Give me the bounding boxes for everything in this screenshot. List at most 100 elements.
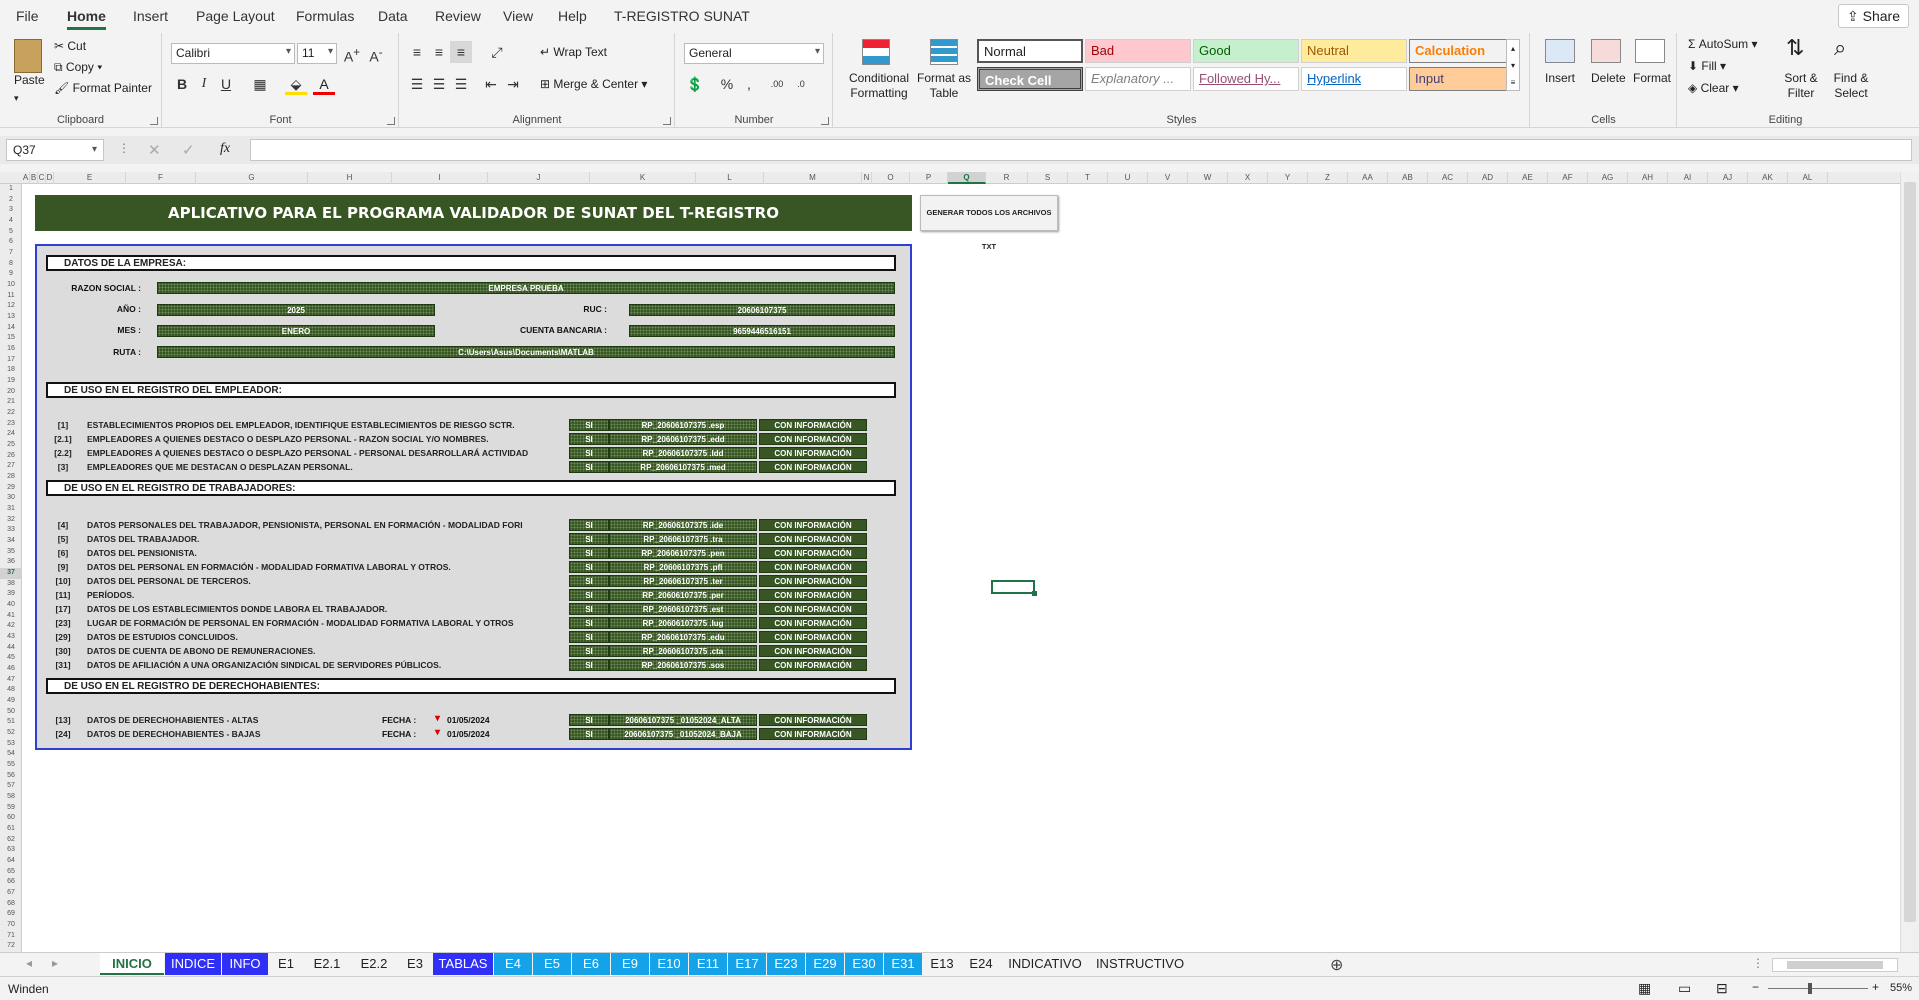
anio-value[interactable]: 2025 [157, 304, 435, 316]
si-dropdown[interactable]: SI [569, 433, 609, 445]
si-dropdown[interactable]: SI [569, 533, 609, 545]
row-header[interactable]: 35 [0, 547, 22, 558]
italic-icon[interactable]: I [193, 73, 215, 95]
row-header[interactable]: 28 [0, 472, 22, 483]
share-button[interactable]: ⇪ Share [1838, 4, 1909, 28]
column-header[interactable]: C [38, 172, 46, 184]
row-header[interactable]: 71 [0, 931, 22, 942]
row-header[interactable]: 43 [0, 632, 22, 643]
zoom-slider[interactable] [1768, 983, 1868, 994]
si-dropdown[interactable]: SI [569, 645, 609, 657]
column-header[interactable]: E [54, 172, 126, 184]
tab-home[interactable]: Home [67, 8, 106, 30]
prev-sheet-icon[interactable]: ◂ [26, 956, 32, 970]
file-name-value[interactable]: RP_20606107375 .esp [609, 419, 757, 431]
sheet-tab-e3[interactable]: E3 [398, 953, 432, 975]
conditional-formatting-icon[interactable] [862, 39, 890, 65]
row-header[interactable]: 36 [0, 557, 22, 568]
format-as-table-button[interactable]: Format as Table [916, 71, 972, 101]
align-left-icon[interactable]: ☰ [406, 73, 428, 95]
find-select-button[interactable]: Find & Select [1826, 71, 1876, 101]
format-as-table-icon[interactable] [930, 39, 958, 65]
style-input[interactable]: Input [1409, 67, 1515, 91]
row-header[interactable]: 67 [0, 888, 22, 899]
sheet-tab-e23[interactable]: E23 [767, 953, 805, 975]
column-header[interactable]: W [1188, 172, 1228, 184]
row-header[interactable]: 7 [0, 248, 22, 259]
row-header[interactable]: 42 [0, 621, 22, 632]
worksheet-grid[interactable]: A B C D E F G H I J K L M N O P Q R S T U V W X Y Z AA AB AC AD AE AF AG… [0, 172, 1919, 952]
align-middle-icon[interactable]: ≡ [428, 41, 450, 63]
row-header[interactable]: 39 [0, 589, 22, 600]
row-header[interactable]: 24 [0, 429, 22, 440]
insert-cells-icon[interactable] [1545, 39, 1575, 63]
si-dropdown[interactable]: SI [569, 728, 609, 740]
align-bottom-icon[interactable]: ≡ [450, 41, 472, 63]
ruc-value[interactable]: 20606107375 [629, 304, 895, 316]
horizontal-scroll-thumb[interactable] [1787, 961, 1883, 969]
normal-view-icon[interactable]: ▦ [1638, 980, 1651, 997]
wrap-text-button[interactable]: ↵ Wrap Text [540, 45, 607, 59]
column-header[interactable]: H [308, 172, 392, 184]
column-header[interactable]: Y [1268, 172, 1308, 184]
row-header[interactable]: 31 [0, 504, 22, 515]
copy-button[interactable]: ⧉ Copy ▾ [54, 60, 102, 75]
row-header[interactable]: 12 [0, 301, 22, 312]
file-name-value[interactable]: 20606107375 _01052024_BAJA [609, 728, 757, 740]
si-dropdown[interactable]: SI [569, 617, 609, 629]
sheet-tab-indice[interactable]: INDICE [165, 953, 221, 975]
page-break-view-icon[interactable]: ⊟ [1716, 980, 1728, 997]
name-box-dropdown-icon[interactable]: ▾ [92, 144, 97, 155]
file-name-value[interactable]: RP_20606107375 .per [609, 589, 757, 601]
row-header[interactable]: 4 [0, 216, 22, 227]
more-icon[interactable]: ⋮ [118, 141, 130, 155]
row-header[interactable]: 63 [0, 845, 22, 856]
sheet-tab-e29[interactable]: E29 [806, 953, 844, 975]
column-header[interactable]: L [696, 172, 764, 184]
autosum-button[interactable]: Σ AutoSum ▾ [1688, 37, 1757, 51]
column-header[interactable]: T [1068, 172, 1108, 184]
column-header[interactable]: AB [1388, 172, 1428, 184]
align-center-icon[interactable]: ☰ [428, 73, 450, 95]
column-header[interactable]: U [1108, 172, 1148, 184]
row-header[interactable]: 14 [0, 323, 22, 334]
increase-decimal-icon[interactable]: .00 [766, 73, 788, 95]
row-header[interactable]: 72 [0, 941, 22, 952]
increase-font-icon[interactable]: A+ [341, 42, 363, 65]
font-color-icon[interactable]: A [313, 73, 335, 95]
format-button[interactable]: Format [1633, 71, 1671, 85]
si-dropdown[interactable]: SI [569, 547, 609, 559]
sort-filter-icon[interactable]: ⇅ [1786, 35, 1804, 61]
row-header[interactable]: 45 [0, 653, 22, 664]
decrease-decimal-icon[interactable]: .0 [790, 73, 812, 95]
column-header[interactable]: Z [1308, 172, 1348, 184]
row-header[interactable]: 15 [0, 333, 22, 344]
align-top-icon[interactable]: ≡ [406, 41, 428, 63]
vertical-scrollbar[interactable] [1900, 172, 1919, 952]
clear-button[interactable]: ◈ Clear ▾ [1688, 81, 1739, 95]
active-cell-selection[interactable] [991, 580, 1037, 596]
column-header[interactable]: K [590, 172, 696, 184]
row-header[interactable]: 23 [0, 419, 22, 430]
column-header[interactable]: V [1148, 172, 1188, 184]
underline-icon[interactable]: U [215, 73, 237, 95]
zoom-out-icon[interactable]: − [1752, 980, 1759, 994]
file-name-value[interactable]: RP_20606107375 .ide [609, 519, 757, 531]
column-header[interactable]: AH [1628, 172, 1668, 184]
sheet-tab-instructivo[interactable]: INSTRUCTIVO [1090, 953, 1190, 975]
tab-t-registro-sunat[interactable]: T-REGISTRO SUNAT [614, 8, 750, 24]
file-name-value[interactable]: RP_20606107375 .pfl [609, 561, 757, 573]
sheet-tab-info[interactable]: INFO [222, 953, 268, 975]
sheet-tab-e24[interactable]: E24 [962, 953, 1000, 975]
row-header[interactable]: 38 [0, 579, 22, 590]
row-header[interactable]: 47 [0, 675, 22, 686]
insert-function-icon[interactable]: fx [220, 141, 230, 157]
row-header[interactable]: 54 [0, 749, 22, 760]
column-header[interactable]: B [30, 172, 38, 184]
tab-review[interactable]: Review [435, 8, 481, 24]
number-format-select[interactable]: General [684, 43, 824, 64]
row-header[interactable]: 70 [0, 920, 22, 931]
si-dropdown[interactable]: SI [569, 575, 609, 587]
column-header[interactable]: P [910, 172, 948, 184]
row-header[interactable]: 10 [0, 280, 22, 291]
